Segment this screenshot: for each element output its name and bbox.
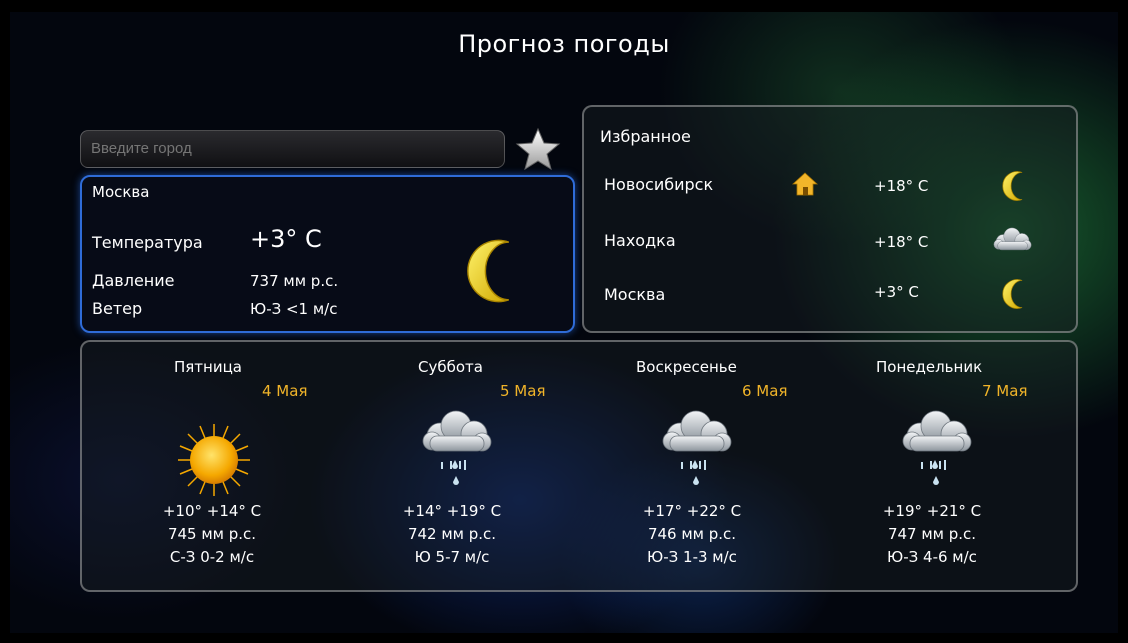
rain-cloud-icon [656, 408, 736, 458]
favorite-item[interactable]: Москва +3° C [584, 273, 1074, 313]
forecast-pressure: 747 мм р.с. [887, 525, 977, 543]
star-icon[interactable] [514, 126, 562, 172]
rain-cloud-icon [416, 408, 496, 458]
current-city: Москва [92, 183, 150, 201]
temperature-value: +3° C [250, 225, 322, 253]
favorite-item[interactable]: Новосибирск +18° C [584, 165, 1074, 205]
rain-drops-icon [656, 458, 736, 492]
forecast-pressure: 745 мм р.с. [167, 525, 257, 543]
forecast-day-name: Понедельник [876, 358, 983, 376]
wind-value: Ю-З <1 м/с [250, 300, 338, 318]
pressure-value: 737 мм р.с. [250, 272, 339, 290]
forecast-temp: +19° +21° C [882, 502, 982, 520]
moon-icon [1000, 277, 1034, 311]
cloud-icon [990, 225, 1034, 255]
current-weather-panel: Москва Температура +3° C Давление 737 мм… [80, 175, 575, 333]
forecast-wind: Ю-З 1-3 м/с [647, 548, 737, 566]
pressure-label: Давление [92, 271, 175, 290]
moon-icon [1000, 169, 1034, 203]
forecast-panel: Пятница 4 Мая +10° +14° C 745 мм р.с. С-… [80, 340, 1078, 592]
forecast-date: 6 Мая [742, 382, 788, 400]
rain-cloud-icon [896, 408, 976, 458]
forecast-date: 4 Мая [262, 382, 308, 400]
forecast-day-name: Суббота [418, 358, 483, 376]
favorite-city: Новосибирск [604, 175, 714, 194]
home-icon[interactable] [792, 171, 818, 197]
favorites-title: Избранное [600, 127, 691, 146]
forecast-day-name: Воскресенье [636, 358, 737, 376]
favorite-temp: +3° C [874, 283, 919, 301]
favorite-temp: +18° C [874, 177, 929, 195]
rain-drops-icon [416, 458, 496, 492]
forecast-temp: +14° +19° C [402, 502, 502, 520]
forecast-wind: С-З 0-2 м/с [169, 548, 255, 566]
page-title: Прогноз погоды [458, 30, 670, 58]
forecast-wind: Ю 5-7 м/с [414, 548, 490, 566]
moon-icon [462, 235, 534, 307]
favorite-item[interactable]: Находка +18° C [584, 221, 1074, 261]
rain-drops-icon [896, 458, 976, 492]
wind-label: Ветер [92, 299, 143, 318]
favorite-city: Москва [604, 285, 666, 304]
forecast-pressure: 746 мм р.с. [647, 525, 737, 543]
forecast-temp: +10° +14° C [162, 502, 262, 520]
favorite-city: Находка [604, 231, 676, 250]
forecast-date: 5 Мая [500, 382, 546, 400]
forecast-wind: Ю-З 4-6 м/с [887, 548, 977, 566]
forecast-temp: +17° +22° C [642, 502, 742, 520]
favorites-panel: Избранное Новосибирск +18° C Находка +18… [582, 105, 1078, 333]
temperature-label: Температура [92, 233, 203, 252]
city-search-input[interactable] [80, 130, 505, 168]
forecast-pressure: 742 мм р.с. [407, 525, 497, 543]
forecast-date: 7 Мая [982, 382, 1028, 400]
favorite-temp: +18° C [874, 233, 929, 251]
forecast-day-name: Пятница [174, 358, 242, 376]
sun-icon [178, 424, 250, 496]
